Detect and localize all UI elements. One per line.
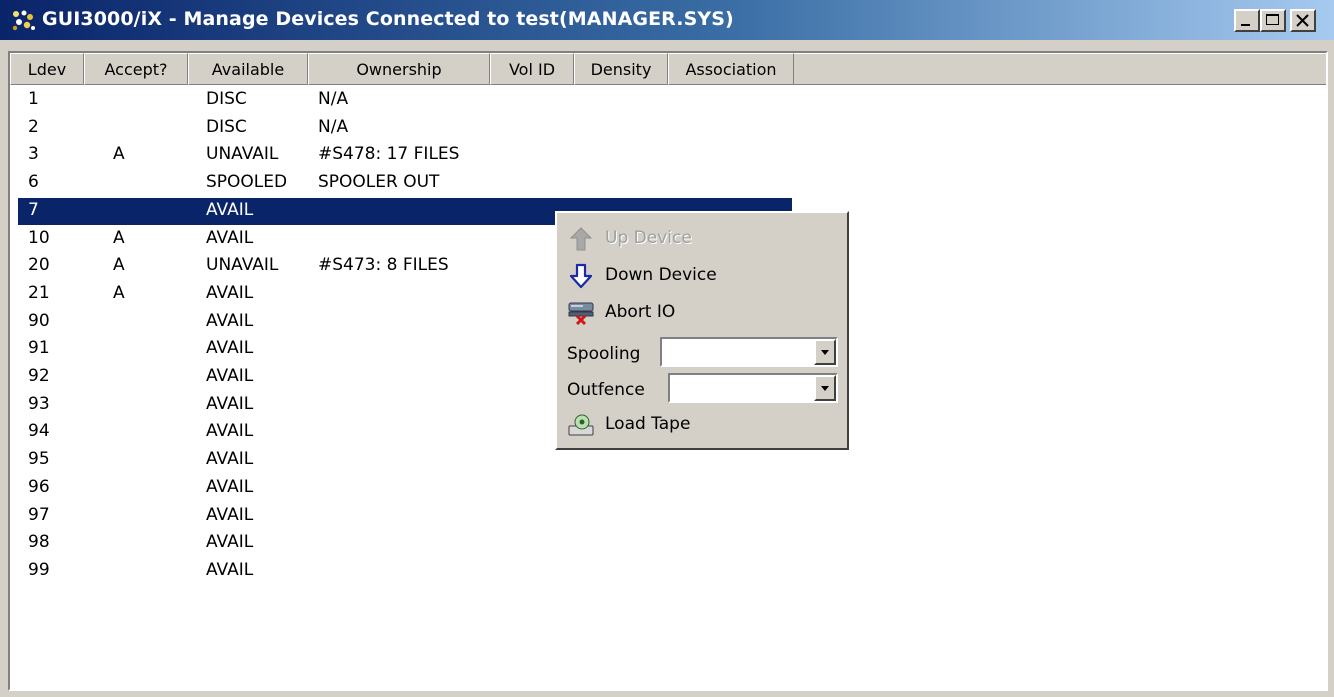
cell-available: AVAIL [206, 366, 254, 386]
cell-available: AVAIL [206, 200, 254, 220]
table-row[interactable]: 3 A UNAVAIL #S478: 17 FILES [18, 142, 792, 169]
cell-available: AVAIL [206, 532, 254, 552]
cell-ldev: 6 [28, 172, 39, 192]
cell-available: UNAVAIL [206, 144, 279, 164]
context-menu: Up Device Down Device Abort IO Spooling … [555, 211, 849, 450]
outfence-dropdown-button[interactable] [814, 375, 836, 401]
table-row[interactable]: 2 DISC N/A [18, 115, 792, 142]
load-tape-icon [567, 412, 595, 438]
column-ownership[interactable]: Ownership [308, 53, 490, 85]
cell-available: AVAIL [206, 505, 254, 525]
cell-ldev: 3 [28, 144, 39, 164]
down-arrow-icon [567, 263, 595, 289]
spooling-dropdown-button[interactable] [814, 339, 836, 365]
table-row[interactable]: 97 AVAIL [18, 503, 792, 530]
cell-ldev: 90 [28, 311, 50, 331]
close-button[interactable] [1290, 9, 1316, 32]
column-density[interactable]: Density [574, 53, 668, 85]
cell-ldev: 99 [28, 560, 50, 580]
menu-label-abort-io: Abort IO [605, 302, 676, 322]
menu-label-up-device: Up Device [605, 228, 692, 248]
cell-available: AVAIL [206, 449, 254, 469]
cell-ldev: 93 [28, 394, 50, 414]
minimize-button[interactable] [1234, 9, 1260, 32]
maximize-icon [1266, 14, 1279, 25]
cell-available: AVAIL [206, 228, 254, 248]
outfence-label: Outfence [567, 380, 645, 400]
table-row[interactable]: 95 AVAIL [18, 447, 792, 474]
cell-ldev: 96 [28, 477, 50, 497]
menu-label-down-device: Down Device [605, 265, 717, 285]
cell-ownership: SPOOLER OUT [318, 172, 440, 192]
cell-ldev: 92 [28, 366, 50, 386]
cell-accept: A [113, 255, 125, 275]
cell-ownership: N/A [318, 117, 349, 137]
menu-item-abort-io[interactable]: Abort IO [563, 297, 839, 329]
cell-ldev: 21 [28, 283, 50, 303]
chevron-down-icon [821, 386, 829, 391]
cell-available: AVAIL [206, 311, 254, 331]
chevron-down-icon [821, 350, 829, 355]
menu-item-down-device[interactable]: Down Device [563, 260, 839, 292]
cell-ldev: 7 [28, 200, 39, 220]
cell-available: UNAVAIL [206, 255, 279, 275]
column-association[interactable]: Association [668, 53, 794, 85]
up-arrow-icon [567, 226, 595, 252]
table-row[interactable]: 96 AVAIL [18, 475, 792, 502]
cell-available: AVAIL [206, 283, 254, 303]
cell-accept: A [113, 228, 125, 248]
cell-ownership: N/A [318, 89, 349, 109]
abort-io-icon [567, 300, 595, 326]
window-title: GUI3000/iX - Manage Devices Connected to… [42, 8, 734, 30]
cell-available: AVAIL [206, 394, 254, 414]
cell-available: AVAIL [206, 421, 254, 441]
cell-ownership: #S478: 17 FILES [318, 144, 460, 164]
cell-ldev: 97 [28, 505, 50, 525]
cell-ldev: 2 [28, 117, 39, 137]
maximize-button[interactable] [1260, 9, 1286, 32]
title-bar[interactable]: GUI3000/iX - Manage Devices Connected to… [0, 0, 1334, 40]
table-row[interactable]: 1 DISC N/A [18, 87, 792, 114]
cell-ldev: 98 [28, 532, 50, 552]
cell-available: DISC [206, 117, 247, 137]
cell-available: SPOOLED [206, 172, 288, 192]
cell-accept: A [113, 144, 125, 164]
spooling-label: Spooling [567, 344, 641, 364]
column-header: Ldev Accept? Available Ownership Vol ID … [10, 53, 1326, 85]
cell-ldev: 91 [28, 338, 50, 358]
cell-ldev: 95 [28, 449, 50, 469]
cell-ldev: 1 [28, 89, 39, 109]
outfence-dropdown[interactable] [668, 373, 838, 403]
cell-available: AVAIL [206, 560, 254, 580]
cell-ldev: 20 [28, 255, 50, 275]
cell-ldev: 10 [28, 228, 50, 248]
column-accept[interactable]: Accept? [84, 53, 188, 85]
menu-item-up-device[interactable]: Up Device [563, 223, 839, 255]
column-header-filler [794, 53, 1326, 85]
spooling-dropdown[interactable] [660, 337, 838, 367]
column-vol-id[interactable]: Vol ID [490, 53, 574, 85]
column-available[interactable]: Available [188, 53, 308, 85]
table-row[interactable]: 99 AVAIL [18, 558, 792, 585]
cell-ownership: #S473: 8 FILES [318, 255, 449, 275]
cell-ldev: 94 [28, 421, 50, 441]
minimize-icon [1241, 24, 1250, 26]
menu-label-load-tape: Load Tape [605, 414, 691, 434]
cell-available: DISC [206, 89, 247, 109]
app-icon[interactable] [10, 8, 36, 32]
cell-accept: A [113, 283, 125, 303]
close-icon [1296, 14, 1309, 27]
column-ldev[interactable]: Ldev [10, 53, 84, 85]
cell-available: AVAIL [206, 477, 254, 497]
menu-item-load-tape[interactable]: Load Tape [563, 409, 839, 441]
table-row[interactable]: 6 SPOOLED SPOOLER OUT [18, 170, 792, 197]
table-row[interactable]: 98 AVAIL [18, 530, 792, 557]
cell-available: AVAIL [206, 338, 254, 358]
